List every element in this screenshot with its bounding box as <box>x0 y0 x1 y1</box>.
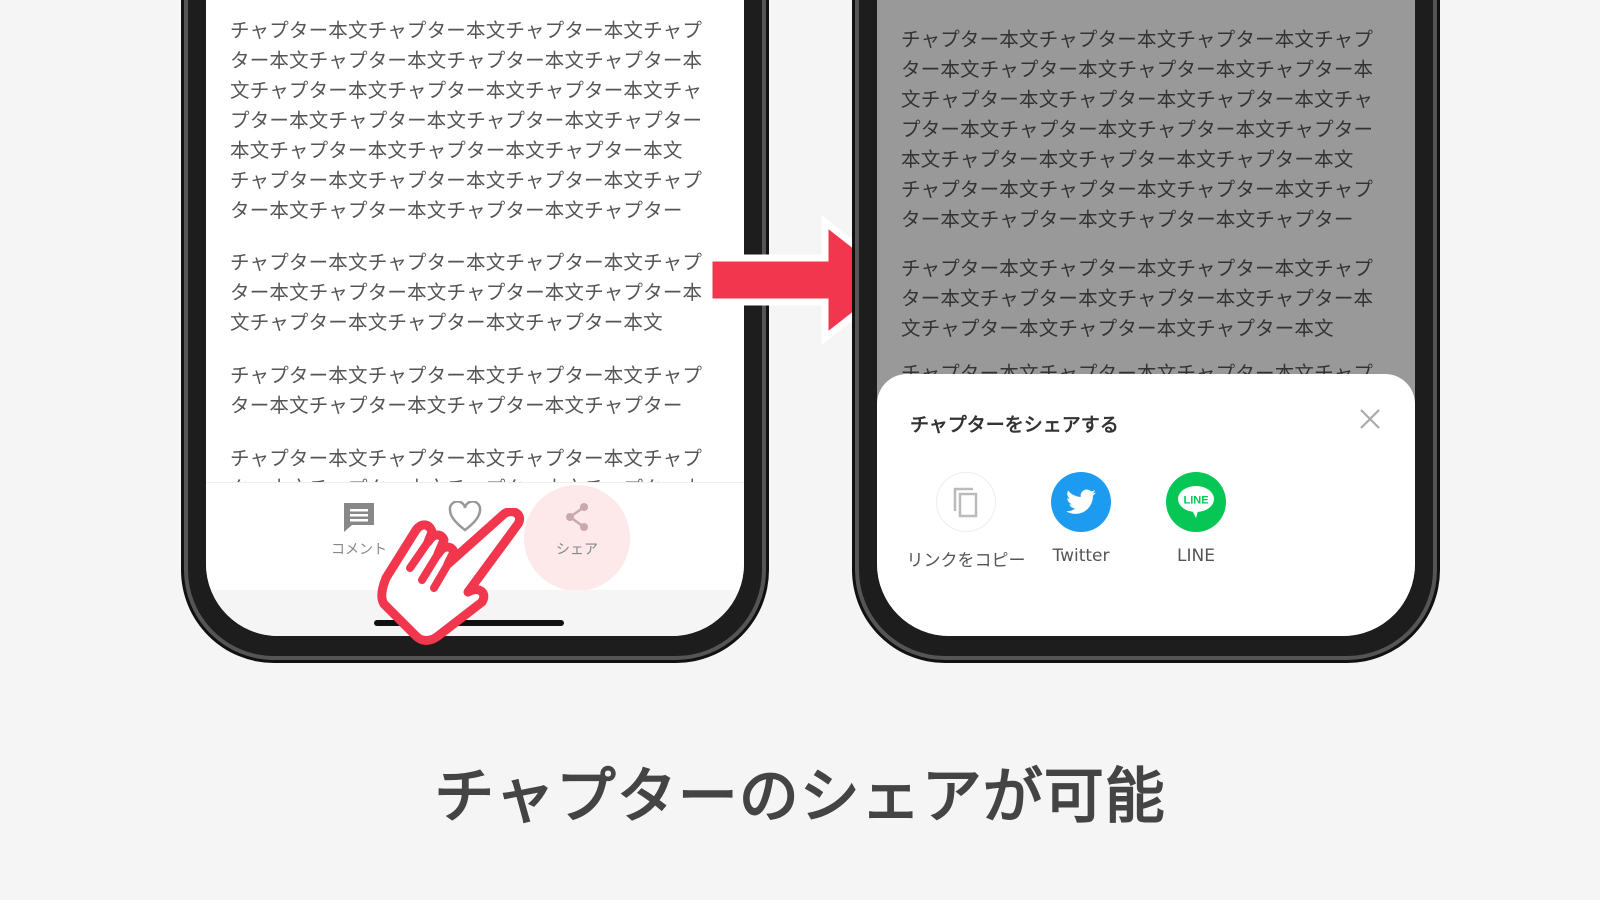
line-option[interactable]: LINE LINE <box>1136 472 1256 566</box>
right-phone: チャプター本文チャプター本文チャプター本文チャプ ター本文チャプター本文チャプター… <box>855 0 1437 660</box>
share-tab[interactable]: シェア <box>532 501 622 559</box>
line-label: LINE <box>1177 546 1215 566</box>
twitter-option[interactable]: Twitter <box>1021 472 1141 566</box>
twitter-icon <box>1051 472 1111 532</box>
chapter-paragraph: チャプター本文チャプター本文チャプター本文チャプター本文チャプター本文チャプター… <box>230 16 702 226</box>
tap-hand-icon <box>377 508 524 645</box>
text-line: チャプター本文チャプター本文チャプター本文チャプ <box>230 447 703 470</box>
twitter-label: Twitter <box>1052 546 1110 566</box>
text-line: 文チャプター本文チャプター本文チャプター本文 <box>230 311 663 334</box>
copy-icon <box>936 472 996 532</box>
caption: チャプターのシェアが可能 <box>434 762 1166 832</box>
text-line: チャプター本文チャプター本文チャプター本文チャプ <box>230 169 703 192</box>
share-sheet-title: チャプターをシェアする <box>910 414 1119 436</box>
share-icon <box>566 503 588 531</box>
copy-link-label: リンクをコピー <box>906 551 1026 571</box>
close-icon <box>1360 409 1380 429</box>
line-icon: LINE <box>1166 472 1226 532</box>
chapter-paragraph: チャプター本文チャプター本文チャプター本文チャプター本文チャプター本文チャプター… <box>230 248 702 338</box>
text-line: プター本文チャプター本文チャプター本文チャプター <box>230 109 703 132</box>
text-line: ター本文チャプター本文チャプター本文チャプター <box>230 394 683 417</box>
svg-text:LINE: LINE <box>1183 495 1208 507</box>
share-sheet: チャプターをシェアする リンクをコピー Twitter LINE LINE <box>877 374 1415 636</box>
text-line: ター本文チャプター本文チャプター本文チャプター本 <box>230 49 703 72</box>
share-label: シェア <box>556 542 598 558</box>
text-line: チャプター本文チャプター本文チャプター本文チャプ <box>230 19 703 42</box>
text-line: ター本文チャプター本文チャプター本文チャプター本 <box>230 281 703 304</box>
text-line: チャプター本文チャプター本文チャプター本文チャプ <box>230 364 703 387</box>
text-line: 文チャプター本文チャプター本文チャプター本文チャ <box>230 79 703 102</box>
comment-icon <box>344 503 374 532</box>
chapter-paragraph: チャプター本文チャプター本文チャプター本文チャプター本文チャプター本文チャプター… <box>230 361 702 421</box>
copy-link-option[interactable]: リンクをコピー <box>906 472 1026 571</box>
share-screen: チャプター本文チャプター本文チャプター本文チャプ ター本文チャプター本文チャプター… <box>877 0 1415 636</box>
text-line: チャプター本文チャプター本文チャプター本文チャプ <box>230 251 703 274</box>
text-line: ター本文チャプター本文チャプター本文チャプター <box>230 199 683 222</box>
close-button[interactable] <box>1359 408 1381 434</box>
text-line: 本文チャプター本文チャプター本文チャプター本文 <box>230 139 683 162</box>
